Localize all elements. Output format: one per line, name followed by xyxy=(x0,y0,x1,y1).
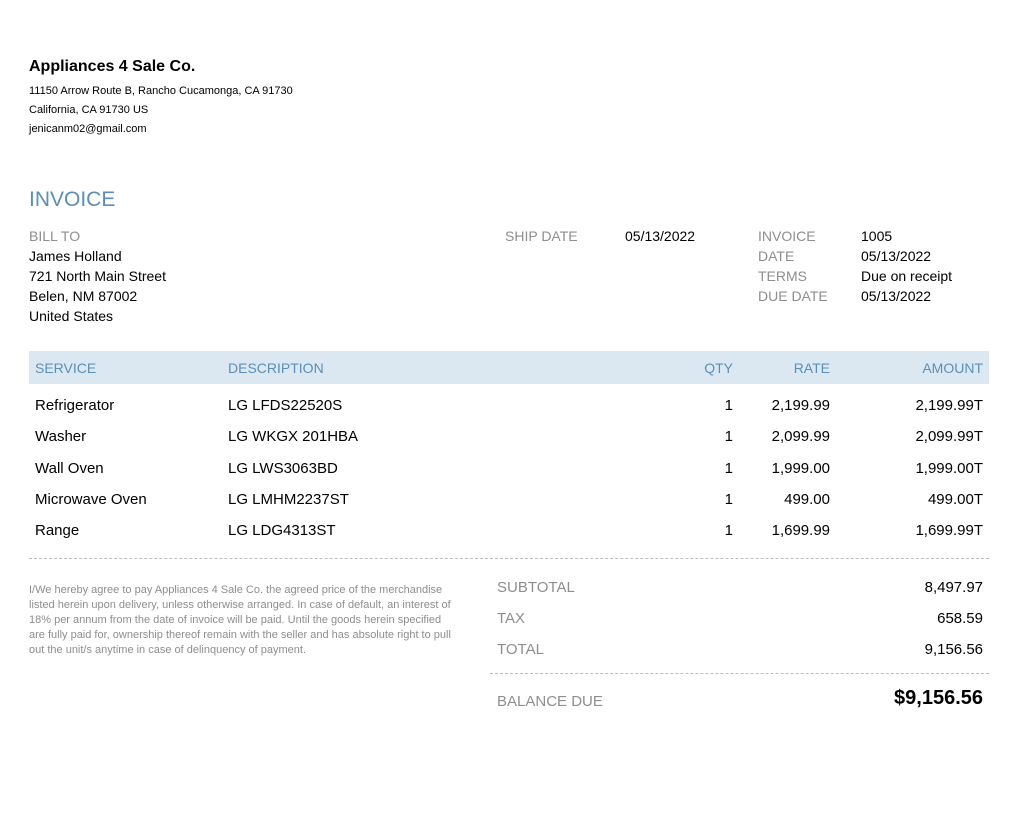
bill-to-country: United States xyxy=(29,308,114,324)
due-date-label: DUE DATE xyxy=(758,288,828,304)
bill-to-block: BILL TO James Holland 721 North Main Str… xyxy=(29,226,166,326)
row-rate: 2,099.99 xyxy=(771,428,830,446)
row-qty: 1 xyxy=(724,522,733,540)
ship-date-value: 05/13/2022 xyxy=(625,228,696,244)
header-service: SERVICE xyxy=(35,360,97,376)
invoice-number-value: 1005 xyxy=(861,228,893,244)
bill-to-label: BILL TO xyxy=(29,228,81,244)
header-rate: RATE xyxy=(793,360,830,376)
table-row: Wall Oven LG LWS3063BD 1 1,999.00 1,999.… xyxy=(29,457,989,488)
row-rate: 2,199.99 xyxy=(771,397,830,414)
row-description: LG LFDS22520S xyxy=(228,397,343,414)
row-amount: 1,999.00T xyxy=(915,459,983,477)
table-header: SERVICE DESCRIPTION QTY RATE AMOUNT xyxy=(29,351,989,384)
terms-label: TERMS xyxy=(758,268,807,284)
subtotal-value: 8,497.97 xyxy=(924,579,983,596)
tax-label: TAX xyxy=(497,610,526,627)
header-description: DESCRIPTION xyxy=(228,360,324,376)
invoice-title: INVOICE xyxy=(29,188,116,211)
bill-to-city: Belen, NM 87002 xyxy=(29,288,138,304)
table-row: Washer LG WKGX 201HBA 1 2,099.99 2,099.9… xyxy=(29,425,989,456)
due-date-value: 05/13/2022 xyxy=(861,288,932,304)
items-divider xyxy=(29,558,989,559)
row-amount: 2,199.99T xyxy=(915,397,983,414)
row-qty: 1 xyxy=(724,428,733,446)
subtotal-row: SUBTOTAL 8,497.97 xyxy=(490,578,989,609)
row-qty: 1 xyxy=(724,459,733,477)
total-row: TOTAL 9,156.56 xyxy=(490,640,989,671)
balance-due-label: BALANCE DUE xyxy=(497,693,603,710)
invoice-number-label: INVOICE xyxy=(758,228,816,244)
total-label: TOTAL xyxy=(497,641,544,658)
invoice-date-value: 05/13/2022 xyxy=(861,248,932,264)
company-name: Appliances 4 Sale Co. xyxy=(29,58,196,75)
row-rate: 1,999.00 xyxy=(771,459,830,477)
row-description: LG LDG4313ST xyxy=(228,522,336,540)
row-qty: 1 xyxy=(724,490,733,508)
row-rate: 499.00 xyxy=(784,490,830,508)
subtotal-label: SUBTOTAL xyxy=(497,579,575,596)
row-amount: 1,699.99T xyxy=(915,522,983,540)
row-rate: 1,699.99 xyxy=(771,522,830,540)
tax-row: TAX 658.59 xyxy=(490,609,989,640)
row-service: Microwave Oven xyxy=(35,490,147,508)
company-block: Appliances 4 Sale Co. 11150 Arrow Route … xyxy=(29,57,293,139)
totals-block: SUBTOTAL 8,497.97 TAX 658.59 TOTAL 9,156… xyxy=(490,578,989,671)
payment-terms-text: I/We hereby agree to pay Appliances 4 Sa… xyxy=(29,584,451,656)
company-address-line1: 11150 Arrow Route B, Rancho Cucamonga, C… xyxy=(29,85,293,97)
company-email: jenicanm02@gmail.com xyxy=(29,123,147,135)
balance-due-value: $9,156.56 xyxy=(894,687,983,709)
row-service: Washer xyxy=(35,428,87,446)
table-row: Microwave Oven LG LMHM2237ST 1 499.00 49… xyxy=(29,488,989,519)
row-amount: 2,099.99T xyxy=(915,428,983,446)
tax-value: 658.59 xyxy=(937,610,983,627)
table-row: Range LG LDG4313ST 1 1,699.99 1,699.99T xyxy=(29,519,989,550)
row-service: Wall Oven xyxy=(35,459,104,477)
header-amount: AMOUNT xyxy=(922,360,983,376)
row-description: LG LMHM2237ST xyxy=(228,490,349,508)
row-qty: 1 xyxy=(724,397,733,414)
row-description: LG WKGX 201HBA xyxy=(228,428,359,446)
row-amount: 499.00T xyxy=(927,490,983,508)
company-address-line2: California, CA 91730 US xyxy=(29,104,149,116)
row-description: LG LWS3063BD xyxy=(228,459,338,477)
bill-to-name: James Holland xyxy=(29,248,122,264)
line-items: Refrigerator LG LFDS22520S 1 2,199.99 2,… xyxy=(29,394,989,550)
invoice-meta-labels: INVOICE DATE TERMS DUE DATE xyxy=(758,226,828,306)
terms-value: Due on receipt xyxy=(861,268,953,284)
invoice-meta-values: 1005 05/13/2022 Due on receipt 05/13/202… xyxy=(861,226,952,306)
total-value: 9,156.56 xyxy=(924,641,983,658)
ship-date-label: SHIP DATE xyxy=(505,228,578,244)
invoice-date-label: DATE xyxy=(758,248,795,264)
header-qty: QTY xyxy=(704,360,733,376)
row-service: Range xyxy=(35,522,80,540)
table-row: Refrigerator LG LFDS22520S 1 2,199.99 2,… xyxy=(29,394,989,425)
row-service: Refrigerator xyxy=(35,397,115,414)
totals-divider xyxy=(490,673,989,674)
bill-to-street: 721 North Main Street xyxy=(29,268,166,284)
